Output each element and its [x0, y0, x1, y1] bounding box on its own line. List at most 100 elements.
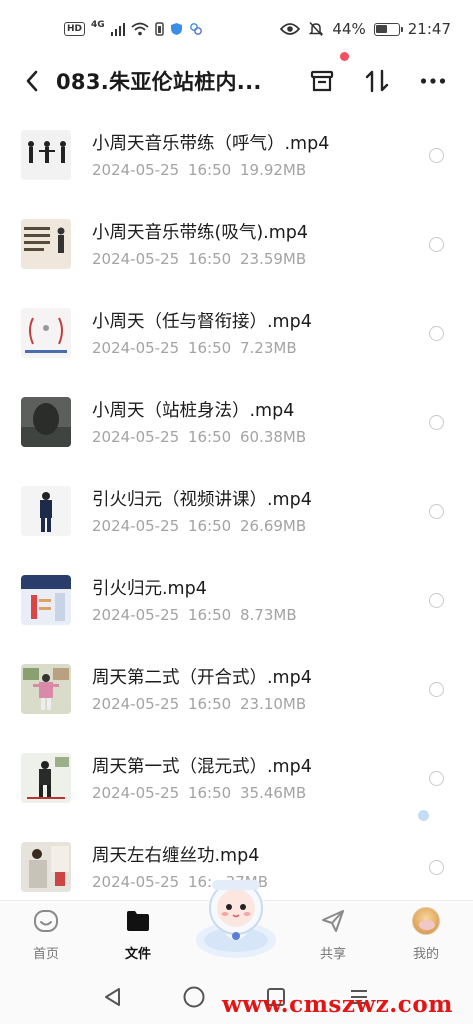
file-date: 2024-05-25 — [92, 695, 180, 713]
file-date: 2024-05-25 — [92, 517, 180, 535]
file-name: 引火归元.mp4 — [92, 579, 207, 599]
status-left: HD 4G — [64, 20, 203, 36]
video-thumbnail — [21, 842, 71, 892]
file-meta: 2024-05-25 16:50 23.59MB — [92, 250, 306, 268]
file-size: 23.59MB — [239, 250, 307, 268]
select-radio[interactable] — [429, 148, 444, 163]
system-back-button[interactable] — [100, 984, 126, 1010]
file-name: 小周天音乐带练(吸气).mp4 — [92, 223, 309, 243]
file-time: 16:50 — [187, 784, 232, 802]
file-row[interactable]: 小周天音乐带练（呼气）.mp4 2024-05-25 16:50 19.92MB — [0, 110, 473, 199]
file-size: 60.38MB — [239, 428, 307, 446]
file-time: 16:50 — [187, 250, 232, 268]
home-icon — [32, 907, 60, 935]
nav-header: 083.朱亚伦站桩内... — [0, 56, 473, 106]
file-meta: 2024-05-25 16:50 35.46MB — [92, 784, 306, 802]
robot-mascot-icon — [196, 880, 276, 958]
select-radio[interactable] — [429, 415, 444, 430]
archive-button[interactable] — [305, 64, 339, 98]
file-meta: 2024-05-25 16:50 7.23MB — [92, 339, 297, 357]
file-meta: 2024-05-25 16:50 19.92MB — [92, 161, 306, 179]
tab-label: 共享 — [319, 947, 346, 962]
file-row[interactable]: 周天第一式（混元式）.mp4 2024-05-25 16:50 35.46MB — [0, 733, 473, 822]
file-date: 2024-05-25 — [92, 873, 180, 891]
page-title: 083.朱亚伦站桩内... — [56, 70, 262, 94]
tab-profile[interactable]: 我的 — [391, 907, 461, 967]
battery-icon — [373, 22, 403, 36]
more-button[interactable] — [416, 64, 450, 98]
video-thumbnail — [21, 575, 71, 625]
file-size: 26.69MB — [239, 517, 307, 535]
sort-button[interactable] — [360, 64, 394, 98]
file-row[interactable]: 小周天（任与督衔接）.mp4 2024-05-25 16:50 7.23MB — [0, 288, 473, 377]
clock: 21:47 — [407, 20, 451, 38]
battery-percent: 44% — [332, 20, 366, 38]
file-name: 小周天（任与督衔接）.mp4 — [92, 312, 312, 332]
video-thumbnail — [21, 308, 71, 358]
video-thumbnail — [21, 397, 71, 447]
file-name: 小周天（站桩身法）.mp4 — [92, 401, 295, 421]
select-radio[interactable] — [429, 593, 444, 608]
folder-icon — [124, 907, 152, 935]
watermark-text: www.cmszwz.com — [222, 991, 453, 1018]
file-date: 2024-05-25 — [92, 250, 180, 268]
status-right: 44% 21:47 — [280, 20, 451, 38]
file-size: 8.73MB — [239, 606, 297, 624]
file-size: 7.23MB — [239, 339, 297, 357]
select-radio[interactable] — [429, 682, 444, 697]
file-time: 16:50 — [187, 695, 232, 713]
wifi-icon — [131, 22, 149, 36]
tab-label: 首页 — [32, 947, 59, 962]
select-radio[interactable] — [429, 504, 444, 519]
file-meta: 2024-05-25 16:50 26.69MB — [92, 517, 306, 535]
file-row[interactable]: 引火归元（视频讲课）.mp4 2024-05-25 16:50 26.69MB — [0, 466, 473, 555]
more-icon — [420, 78, 446, 84]
assistant-mascot-button[interactable] — [188, 866, 284, 962]
file-size: 23.10MB — [239, 695, 307, 713]
file-date: 2024-05-25 — [92, 784, 180, 802]
file-time: 16:50 — [187, 517, 232, 535]
tab-share[interactable]: 共享 — [298, 907, 368, 967]
select-radio[interactable] — [429, 771, 444, 786]
mute-bell-icon — [309, 21, 324, 37]
file-name: 周天第一式（混元式）.mp4 — [92, 757, 312, 777]
file-name: 周天第二式（开合式）.mp4 — [92, 668, 312, 688]
file-time: 16:50 — [187, 606, 232, 624]
file-meta: 2024-05-25 16:50 60.38MB — [92, 428, 306, 446]
avatar-wrap — [412, 907, 440, 935]
file-time: 16:50 — [187, 161, 232, 179]
file-date: 2024-05-25 — [92, 606, 180, 624]
tab-files[interactable]: 文件 — [103, 907, 173, 967]
shield-icon — [171, 23, 183, 35]
scroll-indicator[interactable] — [418, 810, 429, 821]
file-name: 引火归元（视频讲课）.mp4 — [92, 490, 312, 510]
video-thumbnail — [21, 219, 71, 269]
sim-icon — [155, 22, 164, 36]
file-meta: 2024-05-25 16:50 23.10MB — [92, 695, 306, 713]
file-name: 周天左右缠丝功.mp4 — [92, 846, 260, 866]
file-date: 2024-05-25 — [92, 161, 180, 179]
file-row[interactable]: 引火归元.mp4 2024-05-25 16:50 8.73MB — [0, 555, 473, 644]
app-notification-icon — [190, 23, 203, 35]
video-thumbnail — [21, 753, 71, 803]
file-size: 35.46MB — [239, 784, 307, 802]
file-list: 小周天音乐带练（呼气）.mp4 2024-05-25 16:50 19.92MB… — [0, 110, 473, 900]
archive-icon — [310, 70, 334, 92]
select-radio[interactable] — [429, 326, 444, 341]
file-row[interactable]: 小周天音乐带练(吸气).mp4 2024-05-25 16:50 23.59MB — [0, 199, 473, 288]
file-date: 2024-05-25 — [92, 339, 180, 357]
hd-badge: HD — [64, 22, 86, 36]
file-row[interactable]: 周天第二式（开合式）.mp4 2024-05-25 16:50 23.10MB — [0, 644, 473, 733]
send-icon — [319, 907, 347, 935]
chevron-left-icon — [26, 70, 38, 92]
video-thumbnail — [21, 664, 71, 714]
file-row[interactable]: 小周天（站桩身法）.mp4 2024-05-25 16:50 60.38MB — [0, 377, 473, 466]
select-radio[interactable] — [429, 860, 444, 875]
tab-home[interactable]: 首页 — [11, 907, 81, 967]
network-type: 4G — [91, 20, 105, 30]
back-button[interactable] — [18, 66, 46, 96]
select-radio[interactable] — [429, 237, 444, 252]
file-size: 19.92MB — [239, 161, 307, 179]
system-home-button[interactable] — [181, 984, 207, 1010]
video-thumbnail — [21, 486, 71, 536]
